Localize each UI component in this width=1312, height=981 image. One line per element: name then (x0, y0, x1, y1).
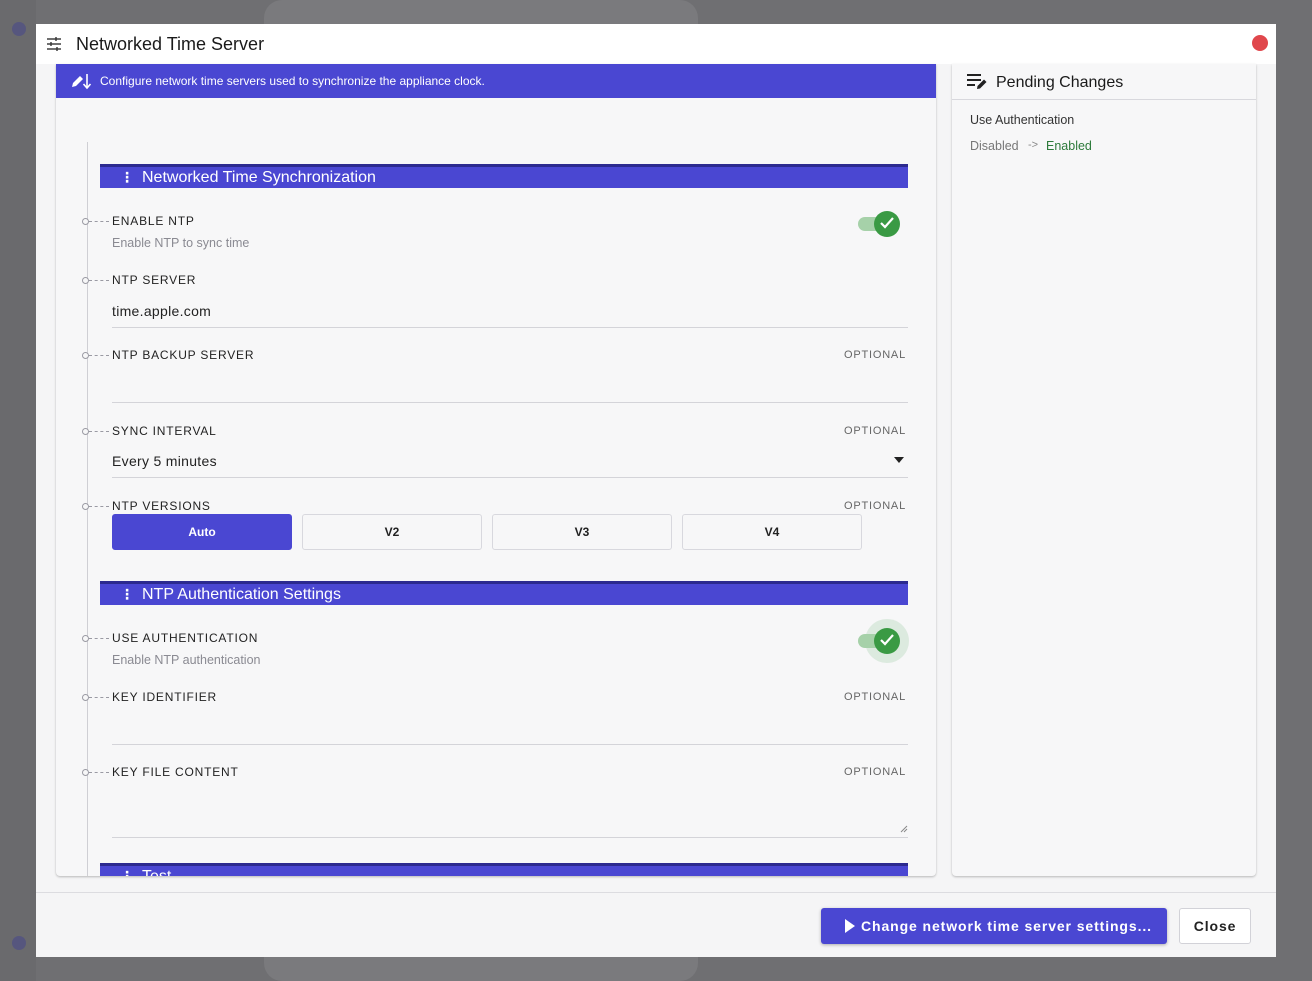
version-auto-button[interactable]: Auto (112, 514, 292, 550)
field-key-identifier[interactable]: KEY IDENTIFIER OPTIONAL (82, 690, 908, 746)
resize-handle-icon[interactable] (900, 825, 908, 833)
dialog-title: Networked Time Server (76, 34, 265, 54)
field-ntp-server[interactable]: NTP SERVER time.apple.com (82, 273, 908, 329)
field-key-file-content[interactable]: KEY FILE CONTENT OPTIONAL (82, 765, 908, 841)
field-label: NTP VERSIONS (112, 499, 211, 513)
tune-sliders-icon (47, 37, 61, 51)
change-settings-label: Change network time server settings... (861, 918, 1152, 934)
pending-changes-header: Pending Changes (952, 64, 1256, 100)
dialog-titlebar: Networked Time Server (36, 24, 1276, 64)
enable-ntp-toggle[interactable] (852, 208, 902, 238)
background-sidebar (0, 0, 36, 981)
section-header-test: ⋮ Test (100, 863, 908, 876)
info-banner: Configure network time servers used to s… (56, 64, 936, 98)
close-button[interactable]: Close (1179, 908, 1251, 944)
optional-label: OPTIONAL (843, 349, 906, 361)
edit-sort-icon (72, 74, 92, 90)
optional-label: OPTIONAL (843, 766, 906, 778)
version-v4-button[interactable]: V4 (682, 514, 862, 550)
tree-node (82, 769, 89, 776)
use-authentication-toggle[interactable] (852, 619, 909, 663)
tree-node (82, 277, 89, 284)
field-enable-ntp: ENABLE NTP Enable NTP to sync time (82, 211, 908, 254)
optional-label: OPTIONAL (843, 500, 906, 512)
field-label: NTP SERVER (112, 273, 197, 287)
tree-node (82, 503, 89, 510)
change-name: Use Authentication (970, 113, 1075, 127)
play-icon (845, 919, 855, 933)
section-title: Test (142, 868, 171, 876)
change-old-value: Disabled (970, 139, 1019, 153)
change-new-value: Enabled (1046, 139, 1092, 153)
section-header-sync: ⋮ Networked Time Synchronization (100, 164, 908, 188)
tree-node (82, 428, 89, 435)
version-v2-button[interactable]: V2 (302, 514, 482, 550)
field-label: SYNC INTERVAL (112, 424, 217, 438)
window-close-button[interactable] (1252, 35, 1268, 51)
field-label: NTP BACKUP SERVER (112, 348, 255, 362)
dialog: Networked Time Server Configure network … (36, 24, 1276, 957)
change-settings-button[interactable]: Change network time server settings... (821, 908, 1167, 944)
banner-text: Configure network time servers used to s… (100, 74, 485, 88)
check-icon (880, 217, 894, 229)
more-vertical-icon[interactable]: ⋮ (120, 586, 134, 603)
field-sync-interval[interactable]: SYNC INTERVAL OPTIONAL Every 5 minutes (82, 424, 908, 480)
field-ntp-backup-server[interactable]: NTP BACKUP SERVER OPTIONAL (82, 348, 908, 404)
tree-node (82, 218, 89, 225)
field-label: USE AUTHENTICATION (112, 631, 259, 645)
check-icon (880, 634, 894, 646)
section-title: NTP Authentication Settings (142, 586, 341, 603)
tree-node (82, 635, 89, 642)
dialog-footer: Change network time server settings... C… (36, 892, 1276, 957)
tree-node (82, 352, 89, 359)
optional-label: OPTIONAL (843, 425, 906, 437)
ntp-server-input[interactable]: time.apple.com (112, 303, 211, 319)
sync-interval-select[interactable]: Every 5 minutes (112, 453, 217, 469)
caret-down-icon[interactable] (894, 457, 904, 463)
field-label: KEY FILE CONTENT (112, 765, 239, 779)
list-edit-icon (967, 74, 987, 89)
field-label: ENABLE NTP (112, 214, 195, 228)
main-panel[interactable]: Configure network time servers used to s… (56, 64, 936, 876)
more-vertical-icon[interactable]: ⋮ (120, 868, 134, 876)
pending-changes-panel: Pending Changes Use Authentication Disab… (952, 64, 1256, 876)
field-ntp-versions: NTP VERSIONS OPTIONAL Auto V2 V3 V4 (82, 499, 908, 557)
field-help: Enable NTP to sync time (112, 236, 250, 250)
section-title: Networked Time Synchronization (142, 169, 376, 186)
field-use-authentication: USE AUTHENTICATION Enable NTP authentica… (82, 619, 909, 671)
background-dot-icon (12, 936, 26, 950)
tree-node (82, 694, 89, 701)
field-help: Enable NTP authentication (112, 653, 261, 667)
optional-label: OPTIONAL (843, 691, 906, 703)
background-dot-icon (12, 22, 26, 36)
pending-changes-title: Pending Changes (996, 74, 1124, 91)
change-arrow: -> (1028, 139, 1039, 151)
version-v3-button[interactable]: V3 (492, 514, 672, 550)
field-label: KEY IDENTIFIER (112, 690, 217, 704)
more-vertical-icon[interactable]: ⋮ (120, 169, 134, 186)
section-header-auth: ⋮ NTP Authentication Settings (100, 581, 908, 605)
